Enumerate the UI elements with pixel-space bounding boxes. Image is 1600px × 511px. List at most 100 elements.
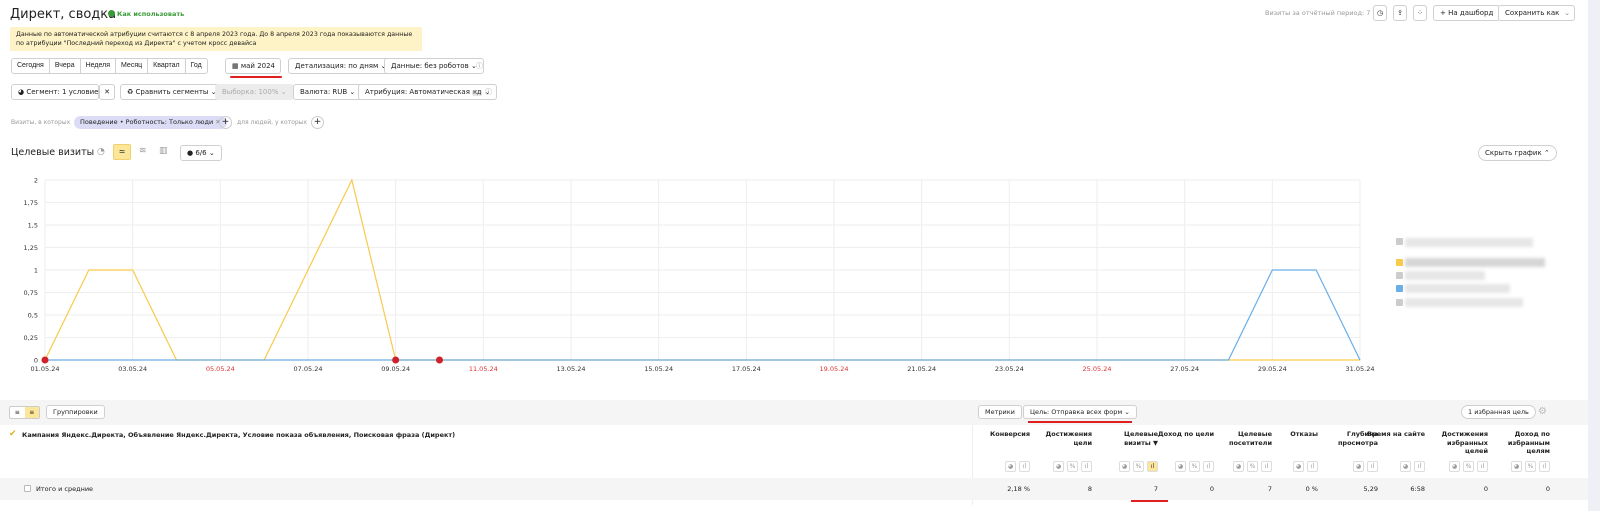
pie-icon[interactable]: ◕	[1511, 461, 1522, 472]
pie-icon[interactable]: ◕	[1119, 461, 1130, 472]
total-checkbox[interactable]	[24, 485, 31, 492]
percent-icon[interactable]: %	[1067, 461, 1078, 472]
pie-icon[interactable]: ◕	[1449, 461, 1460, 472]
column-header[interactable]: Целевые визиты ▼	[1098, 430, 1158, 447]
total-cell: 8	[1087, 485, 1092, 493]
bar-chart-type-icon[interactable]: ▥	[159, 146, 168, 156]
favorite-goal-button[interactable]: 1 избранная цель	[1461, 405, 1536, 419]
help-icon[interactable]: ⓘ	[485, 87, 492, 97]
currency-select[interactable]: Валюта: RUB ⌄	[293, 84, 363, 100]
history-button[interactable]: ◷	[1373, 5, 1387, 21]
period-month[interactable]: Месяц	[116, 59, 149, 73]
date-range-button[interactable]: ▦ май 2024	[225, 58, 281, 74]
legend-checkbox[interactable]	[1396, 299, 1403, 306]
column-header[interactable]: Время на сайте	[1365, 430, 1425, 439]
period-quarter[interactable]: Квартал	[148, 59, 186, 73]
groupings-button[interactable]: Группировки	[46, 405, 105, 419]
clear-segment-button[interactable]: ✕	[99, 84, 115, 100]
metrics-button[interactable]: Метрики	[978, 405, 1022, 419]
annotation-marker	[392, 356, 400, 364]
total-cell: 6:58	[1410, 485, 1425, 493]
pie-chart-type-icon[interactable]: ◔	[97, 147, 105, 157]
y-tick-label: 1,25	[24, 244, 38, 252]
column-header[interactable]: Достижения избранных целей	[1428, 430, 1488, 456]
bar-icon[interactable]: ıl	[1414, 461, 1425, 472]
period-today[interactable]: Сегодня	[12, 59, 50, 73]
segment-select[interactable]: ◕ Сегмент: 1 условие ⌄	[11, 84, 107, 100]
line-chart-type-icon[interactable]: ≃	[113, 144, 131, 160]
area-chart-type-icon[interactable]: ≋	[139, 146, 147, 156]
share-button[interactable]: ⁘	[1413, 5, 1427, 21]
bar-icon[interactable]: ıl	[1367, 461, 1378, 472]
x-tick-label: 25.05.24	[1083, 365, 1112, 373]
y-tick-label: 0,25	[24, 334, 38, 342]
bar-icon[interactable]: ıl	[1019, 461, 1030, 472]
pie-icon[interactable]: ◕	[1175, 461, 1186, 472]
attribution-badge: КД	[472, 90, 483, 96]
percent-icon[interactable]: %	[1133, 461, 1144, 472]
series-count-select[interactable]: ● 6/6 ⌄	[180, 145, 222, 161]
total-cell: 7	[1267, 485, 1272, 493]
view-toggle[interactable]: ≡ ≡	[9, 406, 40, 419]
bar-icon[interactable]: ıl	[1539, 461, 1550, 472]
y-tick-label: 0	[34, 357, 38, 365]
detail-select[interactable]: Детализация: по дням ⌄	[288, 58, 394, 74]
legend-label	[1405, 238, 1533, 247]
attribution-select[interactable]: Атрибуция: Автоматическая КД ⌄	[358, 84, 498, 100]
x-tick-label: 03.05.24	[118, 365, 147, 373]
pie-icon[interactable]: ◕	[1005, 461, 1016, 472]
right-scroll-strip	[1588, 0, 1600, 511]
column-header[interactable]: Доход по цели	[1154, 430, 1214, 439]
save-as-button[interactable]: Сохранить как ⌄	[1498, 5, 1575, 21]
bar-icon[interactable]: ıl	[1477, 461, 1488, 472]
add-people-condition-button[interactable]: +	[311, 116, 324, 129]
legend-checkbox[interactable]	[1396, 238, 1403, 245]
column-header[interactable]: Конверсия	[970, 430, 1030, 439]
percent-icon[interactable]: %	[1189, 461, 1200, 472]
help-icon[interactable]: ⓘ	[476, 61, 483, 71]
add-visit-condition-button[interactable]: +	[219, 116, 232, 129]
add-to-dashboard-button[interactable]: + На дашборд	[1433, 5, 1501, 21]
legend-checkbox[interactable]	[1396, 285, 1403, 292]
bar-icon[interactable]: ıl	[1203, 461, 1214, 472]
column-header[interactable]: Доход по избранным целям	[1490, 430, 1550, 456]
checkmark-icon[interactable]: ✔	[9, 429, 17, 439]
period-year[interactable]: Год	[186, 59, 207, 73]
period-selector[interactable]: Сегодня Вчера Неделя Месяц Квартал Год	[11, 58, 208, 74]
bar-icon[interactable]: ıl	[1081, 461, 1092, 472]
sample-select: Выборка: 100% ⌄	[215, 84, 294, 100]
x-tick-label: 15.05.24	[644, 365, 673, 373]
compare-segments-button[interactable]: ♻ Сравнить сегменты ⌄	[120, 84, 224, 100]
column-header[interactable]: Отказы	[1258, 430, 1318, 439]
bar-icon[interactable]: ıl	[1307, 461, 1318, 472]
column-header[interactable]: Достижения цели	[1032, 430, 1092, 447]
gear-icon[interactable]: ⚙	[1538, 406, 1547, 417]
percent-icon[interactable]: %	[1525, 461, 1536, 472]
period-week[interactable]: Неделя	[81, 59, 117, 73]
help-link[interactable]: Как использовать	[108, 10, 184, 18]
annotation-marker	[41, 356, 49, 364]
hide-chart-button[interactable]: Скрыть график ⌃	[1478, 145, 1557, 161]
x-tick-label: 31.05.24	[1346, 365, 1375, 373]
legend-checkbox[interactable]	[1396, 272, 1403, 279]
pie-icon[interactable]: ◕	[1293, 461, 1304, 472]
bar-icon[interactable]: ıl	[1261, 461, 1272, 472]
filter-chip[interactable]: Поведение • Роботность: Только люди ✕	[74, 116, 227, 129]
percent-icon[interactable]: %	[1463, 461, 1474, 472]
pie-icon[interactable]: ◕	[1400, 461, 1411, 472]
data-filter-select[interactable]: Данные: без роботов ⌄	[384, 58, 484, 74]
pie-icon[interactable]: ◕	[1053, 461, 1064, 472]
visits-count: Визиты за отчётный период: 7	[1265, 9, 1371, 17]
export-button[interactable]: ⇪	[1393, 5, 1407, 21]
goal-select[interactable]: Цель: Отправка всех форм ⌄	[1023, 405, 1137, 419]
pie-icon[interactable]: ◕	[1233, 461, 1244, 472]
tree-view-icon[interactable]: ≡	[24, 407, 39, 418]
red-underline	[230, 76, 282, 78]
period-yesterday[interactable]: Вчера	[50, 59, 81, 73]
percent-icon[interactable]: %	[1247, 461, 1258, 472]
y-tick-label: 0,75	[24, 289, 38, 297]
bar-icon[interactable]: ıl	[1147, 461, 1158, 472]
pie-icon[interactable]: ◕	[1353, 461, 1364, 472]
list-view-icon[interactable]: ≡	[10, 407, 25, 418]
legend-checkbox[interactable]	[1396, 259, 1403, 266]
